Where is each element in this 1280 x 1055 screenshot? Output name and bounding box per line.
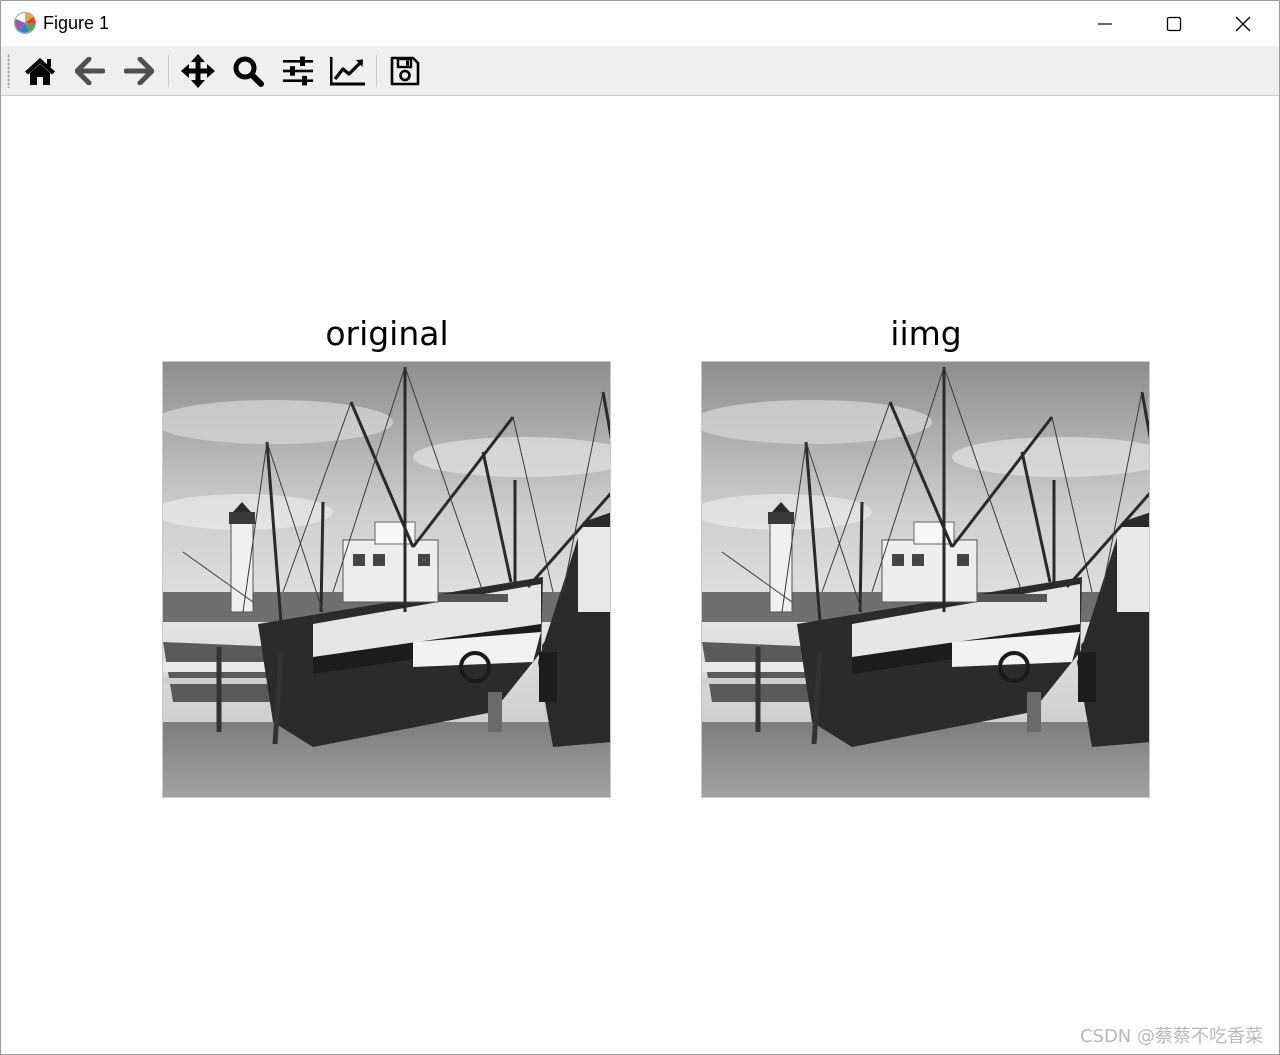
configure-subplots-button[interactable]: [280, 53, 316, 89]
zoom-button[interactable]: [230, 53, 266, 89]
floppy-disk-icon: [390, 56, 420, 86]
matplotlib-logo-icon: [14, 12, 36, 34]
window-title: Figure 1: [43, 13, 110, 33]
arrow-right-icon: [124, 57, 154, 85]
subplot-image-original: [162, 361, 611, 798]
back-button[interactable]: [72, 53, 108, 89]
pan-button[interactable]: [180, 53, 216, 89]
forward-button[interactable]: [121, 53, 157, 89]
title-bar[interactable]: Figure 1: [1, 1, 1279, 46]
home-icon: [25, 58, 55, 85]
minimize-icon: [1098, 22, 1112, 25]
watermark-text: CSDN @蔡蔡不吃香菜: [1079, 1026, 1263, 1047]
edit-axes-button[interactable]: [330, 53, 366, 89]
figure-window: Figure 1 original iimg CSDN @蔡蔡不吃香菜: [0, 0, 1280, 1055]
magnifier-icon: [233, 56, 264, 87]
figure-canvas[interactable]: original iimg CSDN @蔡蔡不吃香菜: [1, 96, 1279, 1054]
save-button[interactable]: [387, 53, 423, 89]
sliders-icon: [283, 56, 313, 86]
line-chart-icon: [330, 57, 365, 86]
maximize-button[interactable]: [1140, 1, 1208, 46]
subplot-title-original: original: [325, 314, 449, 353]
maximize-icon: [1166, 16, 1182, 31]
navigation-toolbar: [1, 46, 1279, 96]
toolbar-separator: [376, 55, 377, 87]
move-icon: [181, 54, 215, 88]
home-button[interactable]: [22, 53, 58, 89]
toolbar-grip[interactable]: [7, 54, 10, 88]
subplot-title-iimg: iimg: [890, 314, 962, 353]
close-button[interactable]: [1209, 1, 1277, 46]
toolbar-separator: [168, 55, 169, 87]
arrow-left-icon: [75, 57, 105, 85]
minimize-button[interactable]: [1071, 1, 1139, 46]
close-icon: [1235, 16, 1251, 31]
subplot-image-iimg: [701, 361, 1150, 798]
